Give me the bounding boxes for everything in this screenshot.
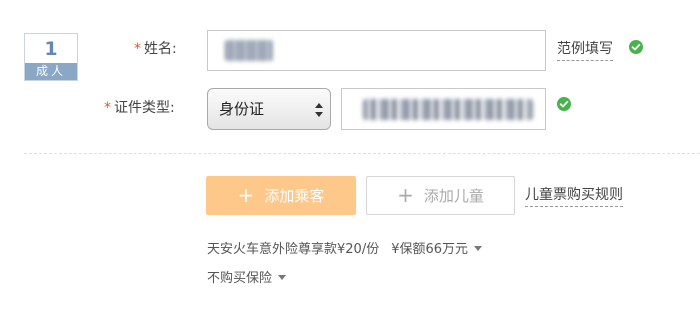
id-type-select[interactable]: 身份证 [207, 88, 331, 130]
insurance-coverage-label: ¥保额66万元 [391, 242, 469, 257]
add-child-button[interactable]: + 添加儿童 [366, 176, 515, 215]
no-insurance-label: 不购买保险 [207, 271, 273, 286]
check-circle-icon [557, 97, 571, 111]
name-label: * 姓名: [134, 39, 177, 59]
plus-icon: + [397, 183, 414, 207]
add-passenger-button[interactable]: + 添加乘客 [206, 176, 356, 215]
redacted-id-number-value [363, 99, 533, 120]
add-passenger-label: 添加乘客 [264, 187, 325, 205]
name-label-text: 姓名: [144, 41, 177, 57]
insurance-option-dropdown[interactable]: 天安火车意外险尊享款¥20/份 ¥保额66万元 [207, 241, 483, 259]
required-mark: * [134, 41, 141, 57]
section-divider [24, 153, 700, 154]
passenger-type-label: 成人 [25, 63, 77, 80]
name-input[interactable] [207, 30, 546, 71]
id-type-selected-value: 身份证 [219, 100, 265, 118]
id-type-label-text: 证件类型: [114, 100, 175, 116]
add-child-label: 添加儿童 [423, 187, 484, 205]
child-ticket-rules-link[interactable]: 儿童票购买规则 [525, 185, 623, 207]
required-mark: * [104, 100, 111, 116]
passenger-number-badge: 1 成人 [24, 33, 78, 81]
select-arrows-icon [315, 103, 323, 117]
passenger-number: 1 [44, 38, 58, 60]
example-fill-link[interactable]: 范例填写 [557, 39, 613, 61]
redacted-name-value [225, 40, 273, 61]
caret-down-icon [278, 275, 287, 280]
check-circle-icon [629, 40, 643, 54]
id-type-label: * 证件类型: [104, 98, 175, 118]
no-insurance-dropdown[interactable]: 不购买保险 [207, 270, 287, 288]
insurance-option-label: 天安火车意外险尊享款¥20/份 [207, 242, 380, 257]
id-number-input[interactable] [341, 88, 546, 130]
plus-icon: + [237, 183, 255, 207]
caret-down-icon [474, 246, 483, 251]
